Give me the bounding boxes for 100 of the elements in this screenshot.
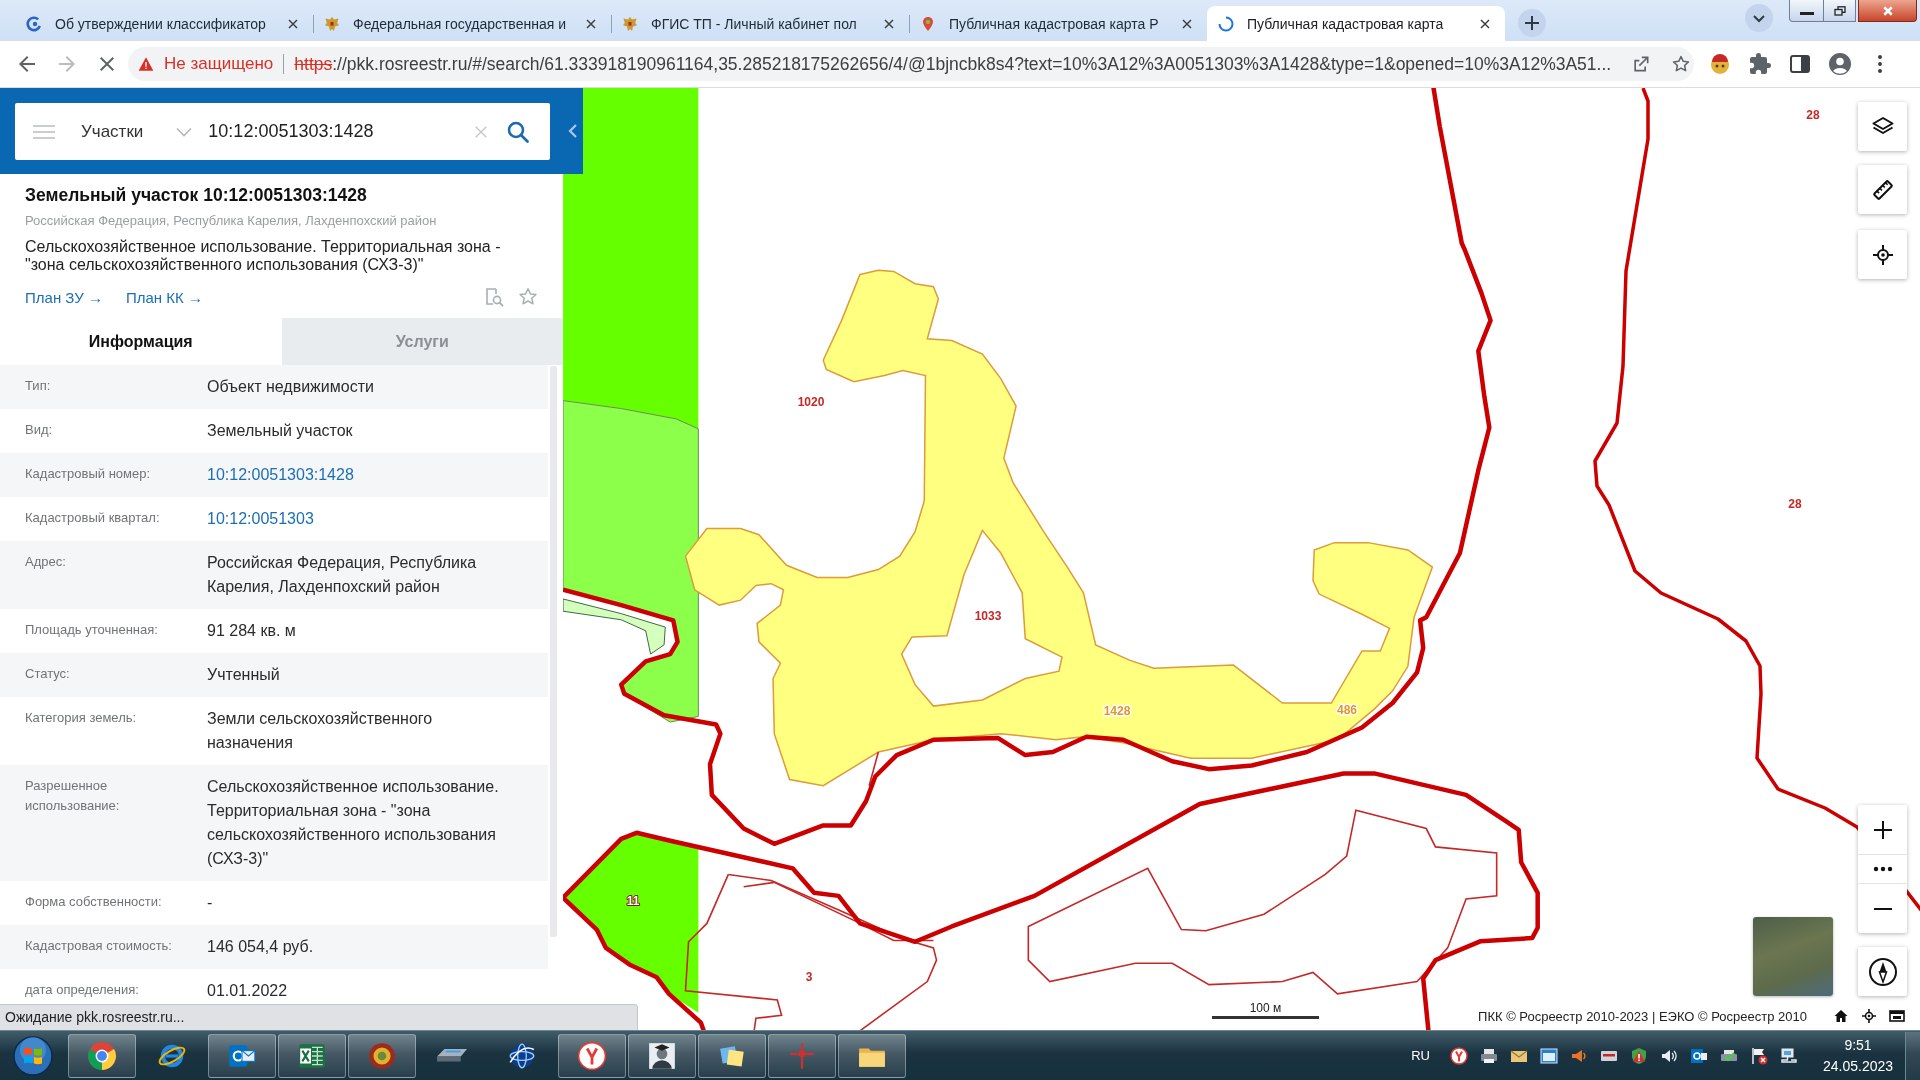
- taskbar-button[interactable]: [68, 1033, 136, 1078]
- locate-button[interactable]: [1858, 230, 1907, 279]
- printer-icon[interactable]: [1480, 1046, 1498, 1065]
- star-icon[interactable]: [518, 287, 538, 307]
- language-indicator[interactable]: RU: [1411, 1048, 1430, 1063]
- emblem-icon: [324, 15, 340, 32]
- shield-icon[interactable]: [1630, 1046, 1648, 1065]
- puzzle-icon[interactable]: [1748, 52, 1772, 76]
- search-icon[interactable]: [506, 119, 530, 144]
- clock-date: 24.05.2023: [1822, 1056, 1894, 1076]
- field-value: Российская Федерация, Республика Карелия, Лахденпохский район: [207, 553, 478, 597]
- field-value: 91 284 кв. м: [207, 621, 297, 641]
- field-label: Разрешенное использование:: [25, 777, 121, 815]
- taskbar-button[interactable]: [698, 1033, 766, 1078]
- field-label: Тип:: [25, 377, 52, 395]
- field-label: Кадастровый квартал:: [25, 509, 161, 527]
- scrollbar-thumb[interactable]: [550, 366, 557, 937]
- url-text[interactable]: https://pkk.rosreestr.ru/#/search/61.333918190961164,35.285218175262656/4/@1bjncbk8s4?text=10%3A12%3A0051303%3A1428&type=1&opened=10%3A12%3A51...: [294, 53, 1612, 75]
- plan-link[interactable]: План ЗУ →: [25, 288, 103, 306]
- security-label[interactable]: Не защищено: [164, 54, 274, 74]
- map-view[interactable]: 28 1020 28 1033 1428 486 11 3 100 м ПКК © Росреестр 2010-2023 | ЕЭКО © Росреестр 2010: [563, 88, 1920, 1030]
- chevron-left-icon: [568, 123, 578, 139]
- compass-icon: [1867, 956, 1898, 987]
- address-bar[interactable]: Не защищено https://pkk.rosreestr.ru/#/search/61.333918190961164,35.285218175262656/4/@1bjncbk8s4?text=10%3A12%3A0051303%3A1428&type=1&opened=10%3A12%3A51...: [128, 47, 1694, 81]
- loading-spinner-icon: [1218, 15, 1234, 32]
- compass-button[interactable]: [1858, 947, 1907, 996]
- close-window-button[interactable]: [1858, 0, 1917, 22]
- parcel-number-label[interactable]: 1033: [974, 609, 1002, 623]
- taskbar-button[interactable]: [628, 1033, 696, 1078]
- layer-dropdown[interactable]: Участки: [81, 121, 193, 142]
- minimize-icon: [1799, 12, 1814, 15]
- field-value: Земельный участок: [207, 421, 354, 441]
- disc-icon: [367, 1040, 397, 1071]
- field-value: Объект недвижимости: [207, 377, 375, 397]
- taskbar-button[interactable]: [838, 1033, 906, 1078]
- map-pin-icon: [920, 15, 936, 32]
- satellite-layer-thumbnail[interactable]: [1753, 917, 1833, 996]
- network-icon[interactable]: [1780, 1046, 1798, 1065]
- clock-time: 9:51: [1844, 1035, 1872, 1055]
- person-icon: [647, 1040, 677, 1071]
- field-label: Статус:: [25, 665, 71, 683]
- attribution-text: ПКК © Росреестр 2010-2023 | ЕЭКО © Росреестр 2010: [1478, 1008, 1807, 1024]
- mail-app-icon[interactable]: [1690, 1046, 1708, 1065]
- field-label: Вид:: [25, 421, 54, 439]
- measure-button[interactable]: [1858, 165, 1907, 214]
- y-logo-icon: [577, 1040, 607, 1071]
- parcel-address: Российская Федерация, Республика Карелия, Лахденпохский район: [25, 212, 438, 230]
- scanner-icon: [437, 1049, 467, 1062]
- field-label: Адрес:: [25, 553, 67, 571]
- flag-icon[interactable]: [1750, 1046, 1768, 1065]
- browser-tab[interactable]: Об утверждении классификатор: [15, 6, 313, 41]
- search-field[interactable]: 10:12:0051303:1428: [208, 118, 466, 145]
- browser-tab[interactable]: Публичная кадастровая карта: [1207, 6, 1505, 41]
- field-value-link[interactable]: 10:12:0051303: [207, 507, 314, 531]
- taskbar-button[interactable]: [208, 1033, 276, 1078]
- clock[interactable]: 9:51 24.05.2023: [1818, 1034, 1898, 1077]
- taskbar-button[interactable]: [348, 1033, 416, 1078]
- field-value: Учтенный: [207, 665, 281, 685]
- scale-bar: 100 м: [1212, 1001, 1319, 1019]
- parcel-number-label[interactable]: 3: [805, 970, 813, 984]
- arc-logo-icon: [26, 15, 42, 32]
- plan-link[interactable]: План КК →: [125, 288, 203, 306]
- parcel-outline: [868, 751, 880, 787]
- parcel-number-label[interactable]: 1020: [797, 395, 825, 409]
- field-value: 146 054,4 руб.: [207, 937, 315, 957]
- tab-search-icon[interactable]: [1745, 3, 1773, 32]
- more-zoom-button[interactable]: [1858, 854, 1907, 884]
- parcel-number-label[interactable]: 28: [1788, 497, 1802, 511]
- extension-icon[interactable]: [1708, 52, 1732, 76]
- restore-button[interactable]: [1824, 0, 1856, 22]
- minus-icon: [1873, 907, 1892, 910]
- chevron-down-icon: [176, 126, 193, 137]
- field-value: Земли сельскохозяйственного назначения: [207, 709, 434, 753]
- start-button[interactable]: [13, 1035, 53, 1076]
- y-logo-icon[interactable]: [1450, 1046, 1468, 1065]
- locate-icon[interactable]: [1861, 1008, 1877, 1024]
- minimize-button[interactable]: [1789, 0, 1824, 22]
- new-tab-icon[interactable]: [1518, 9, 1546, 37]
- profile-icon[interactable]: [1828, 52, 1852, 76]
- field-label: Категория земель:: [25, 709, 138, 727]
- sidebar-icon[interactable]: [1788, 52, 1812, 76]
- status-bubble: Ожидание pkk.rosreestr.ru...: [0, 1004, 638, 1030]
- warning-icon[interactable]: [138, 56, 154, 72]
- taskbar-button[interactable]: [558, 1033, 626, 1078]
- app-window-icon[interactable]: [1540, 1046, 1558, 1065]
- field-value: Сельскохозяйственное использование. Территориальная зона - "зона сельскохозяйственного использования (СХЗ-3)": [207, 777, 500, 869]
- show-desktop-button[interactable]: [1905, 1031, 1920, 1080]
- emblem-icon: [622, 15, 638, 32]
- field-value: 01.01.2022: [207, 981, 289, 1001]
- share-icon[interactable]: [1631, 54, 1652, 74]
- parcel-number-label[interactable]: 28: [1806, 108, 1820, 122]
- taskbar-button[interactable]: [278, 1033, 346, 1078]
- star-icon[interactable]: [1671, 54, 1692, 74]
- more-icon: [1872, 866, 1893, 872]
- layers-button[interactable]: [1858, 102, 1907, 151]
- field-label: дата определения:: [25, 981, 140, 999]
- field-value-link[interactable]: 10:12:0051303:1428: [207, 463, 354, 487]
- window-icon[interactable]: [1889, 1008, 1905, 1024]
- field-value: -: [207, 893, 214, 913]
- home-icon[interactable]: [1833, 1008, 1849, 1024]
